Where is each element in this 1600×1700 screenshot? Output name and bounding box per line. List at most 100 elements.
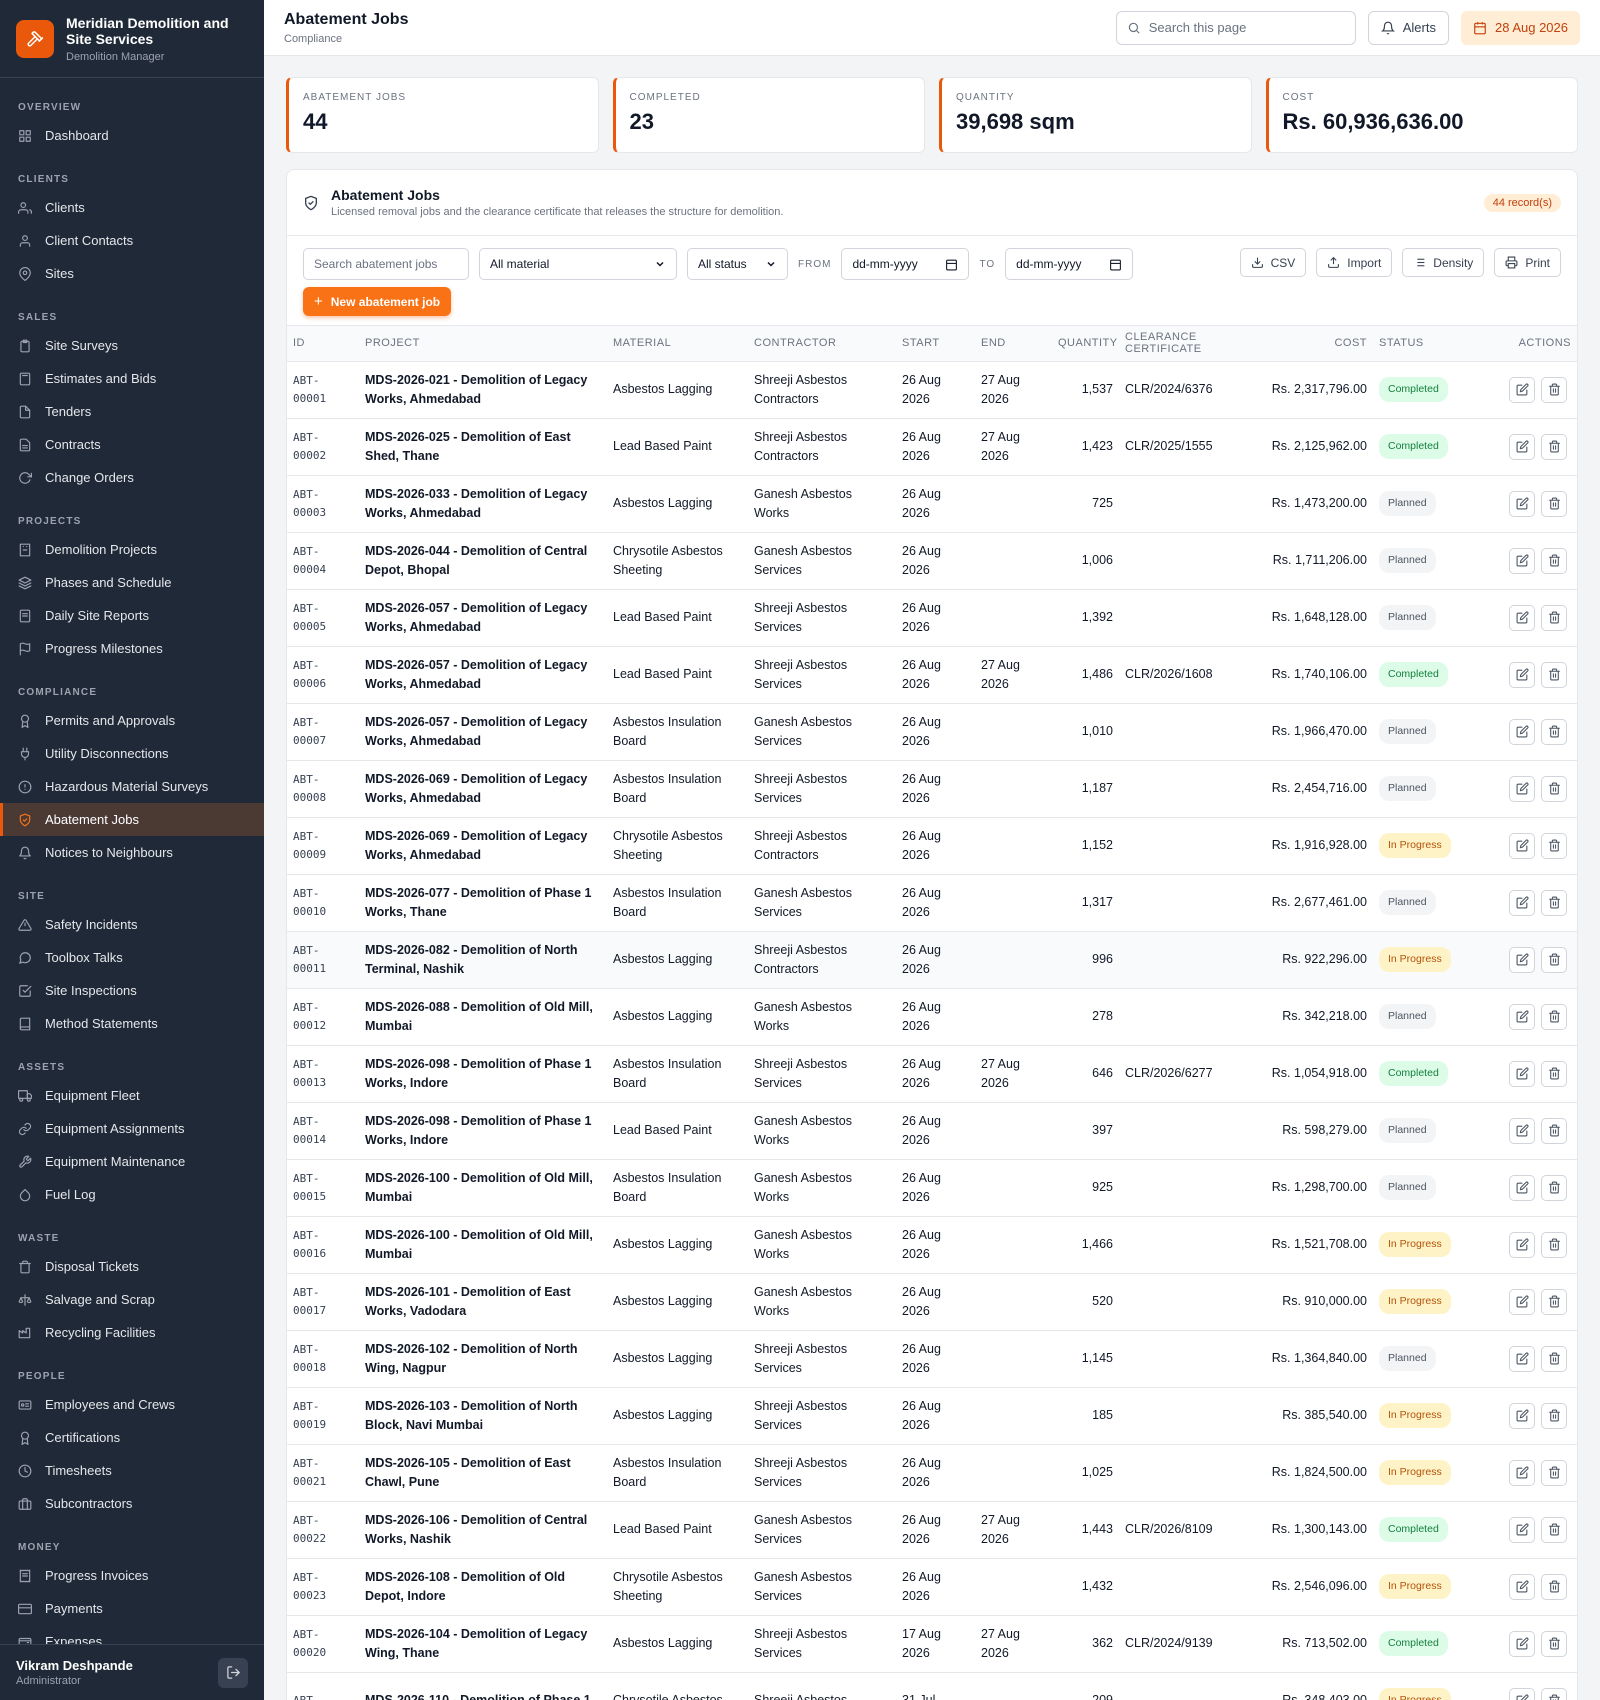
sidebar-item-payments[interactable]: Payments [0,1592,264,1625]
delete-button[interactable] [1541,547,1567,574]
delete-button[interactable] [1541,433,1567,460]
delete-button[interactable] [1541,946,1567,973]
edit-button[interactable] [1509,661,1535,688]
sidebar-item-client-contacts[interactable]: Client Contacts [0,224,264,257]
sidebar-item-clients[interactable]: Clients [0,191,264,224]
column-header-contractor[interactable]: CONTRACTOR [748,326,896,362]
sidebar-item-daily-site-reports[interactable]: Daily Site Reports [0,599,264,632]
delete-button[interactable] [1541,1459,1567,1486]
sidebar-item-toolbox-talks[interactable]: Toolbox Talks [0,941,264,974]
density-button[interactable]: Density [1402,248,1485,277]
edit-button[interactable] [1509,433,1535,460]
edit-button[interactable] [1509,1174,1535,1201]
edit-button[interactable] [1509,1117,1535,1144]
search-abatement-input[interactable]: Search abatement jobs [303,248,469,280]
to-date-input[interactable]: dd-mm-yyyy [1005,248,1134,280]
sidebar-item-subcontractors[interactable]: Subcontractors [0,1487,264,1520]
sidebar-item-phases-and-schedule[interactable]: Phases and Schedule [0,566,264,599]
sidebar-item-site-surveys[interactable]: Site Surveys [0,329,264,362]
edit-button[interactable] [1509,1231,1535,1258]
sidebar-item-tenders[interactable]: Tenders [0,395,264,428]
edit-button[interactable] [1509,1003,1535,1030]
edit-button[interactable] [1509,1402,1535,1429]
table-row[interactable]: ABT- 00010 MDS-2026-077 - Demolition of Ph… [287,874,1577,932]
column-header-clearance-certificate[interactable]: CLEARANCE CERTIFICATE [1119,326,1261,362]
column-header-actions[interactable]: ACTIONS [1467,326,1577,362]
delete-button[interactable] [1541,1516,1567,1543]
sidebar-item-dashboard[interactable]: Dashboard [0,119,264,152]
table-row[interactable]: ABT- 00013 MDS-2026-098 - Demolition of Ph… [287,1045,1577,1103]
sidebar-item-recycling-facilities[interactable]: Recycling Facilities [0,1316,264,1349]
sidebar-item-demolition-projects[interactable]: Demolition Projects [0,533,264,566]
sidebar-item-notices-to-neighbours[interactable]: Notices to Neighbours [0,836,264,869]
table-row[interactable]: ABT- 00015 MDS-2026-100 - Demolition of Ol… [287,1159,1577,1217]
delete-button[interactable] [1541,1402,1567,1429]
table-row[interactable]: ABT- 00021 MDS-2026-105 - Demolition of Ea… [287,1444,1577,1502]
delete-button[interactable] [1541,889,1567,916]
delete-button[interactable] [1541,490,1567,517]
table-row[interactable]: ABT- 00005 MDS-2026-057 - Demolition of Le… [287,589,1577,647]
table-row[interactable]: ABT- 00003 MDS-2026-033 - Demolition of Le… [287,475,1577,533]
column-header-material[interactable]: MATERIAL [607,326,748,362]
edit-button[interactable] [1509,1687,1535,1700]
table-row[interactable]: ABT- 00020 MDS-2026-104 - Demolition of Le… [287,1615,1577,1673]
import-button[interactable]: Import [1316,248,1393,277]
column-header-end[interactable]: END [975,326,1052,362]
edit-button[interactable] [1509,1060,1535,1087]
table-row[interactable]: ABT- 00017 MDS-2026-101 - Demolition of Ea… [287,1273,1577,1331]
edit-button[interactable] [1509,490,1535,517]
edit-button[interactable] [1509,1345,1535,1372]
delete-button[interactable] [1541,1231,1567,1258]
edit-button[interactable] [1509,1573,1535,1600]
edit-button[interactable] [1509,775,1535,802]
date-pill[interactable]: 28 Aug 2026 [1460,10,1580,45]
sidebar-item-disposal-tickets[interactable]: Disposal Tickets [0,1250,264,1283]
edit-button[interactable] [1509,376,1535,403]
column-header-project[interactable]: PROJECT [359,326,607,362]
column-header-id[interactable]: ID [287,326,359,362]
sidebar-item-site-inspections[interactable]: Site Inspections [0,974,264,1007]
delete-button[interactable] [1541,832,1567,859]
sidebar-item-equipment-maintenance[interactable]: Equipment Maintenance [0,1145,264,1178]
edit-button[interactable] [1509,1459,1535,1486]
table-row[interactable]: ABT- 00023 MDS-2026-108 - Demolition of Ol… [287,1558,1577,1616]
sidebar-item-change-orders[interactable]: Change Orders [0,461,264,494]
sidebar-item-safety-incidents[interactable]: Safety Incidents [0,908,264,941]
csv-button[interactable]: CSV [1239,248,1307,277]
delete-button[interactable] [1541,1060,1567,1087]
new-abatement-job-button[interactable]: + New abatement job [303,287,452,316]
edit-button[interactable] [1509,1516,1535,1543]
delete-button[interactable] [1541,604,1567,631]
delete-button[interactable] [1541,661,1567,688]
alerts-button[interactable]: Alerts [1367,10,1449,45]
table-row[interactable]: ABT- 00008 MDS-2026-069 - Demolition of Le… [287,760,1577,818]
sidebar-item-sites[interactable]: Sites [0,257,264,290]
table-row[interactable]: ABT- 00012 MDS-2026-088 - Demolition of Ol… [287,988,1577,1046]
sidebar-item-progress-milestones[interactable]: Progress Milestones [0,632,264,665]
table-row[interactable]: ABT- 00002 MDS-2026-025 - Demolition of Ea… [287,418,1577,476]
edit-button[interactable] [1509,889,1535,916]
table-row[interactable]: ABT- 00009 MDS-2026-069 - Demolition of Le… [287,817,1577,875]
logout-button[interactable] [218,1657,248,1688]
delete-button[interactable] [1541,1117,1567,1144]
delete-button[interactable] [1541,1573,1567,1600]
sidebar-item-progress-invoices[interactable]: Progress Invoices [0,1559,264,1592]
edit-button[interactable] [1509,1288,1535,1315]
table-row[interactable]: ABT- 00019 MDS-2026-103 - Demolition of No… [287,1387,1577,1445]
sidebar-item-contracts[interactable]: Contracts [0,428,264,461]
sidebar-item-abatement-jobs[interactable]: Abatement Jobs [0,803,264,836]
sidebar-item-method-statements[interactable]: Method Statements [0,1007,264,1040]
delete-button[interactable] [1541,1288,1567,1315]
column-header-status[interactable]: STATUS [1373,326,1467,362]
sidebar-item-equipment-fleet[interactable]: Equipment Fleet [0,1079,264,1112]
table-row[interactable]: ABT- MDS-2026-110 - Demolition of Phase 1… [287,1672,1577,1700]
delete-button[interactable] [1541,1630,1567,1657]
delete-button[interactable] [1541,1345,1567,1372]
print-button[interactable]: Print [1494,248,1561,277]
delete-button[interactable] [1541,775,1567,802]
column-header-cost[interactable]: COST [1261,326,1373,362]
edit-button[interactable] [1509,604,1535,631]
edit-button[interactable] [1509,547,1535,574]
sidebar-item-utility-disconnections[interactable]: Utility Disconnections [0,737,264,770]
page-search-input[interactable]: Search this page [1115,10,1356,45]
